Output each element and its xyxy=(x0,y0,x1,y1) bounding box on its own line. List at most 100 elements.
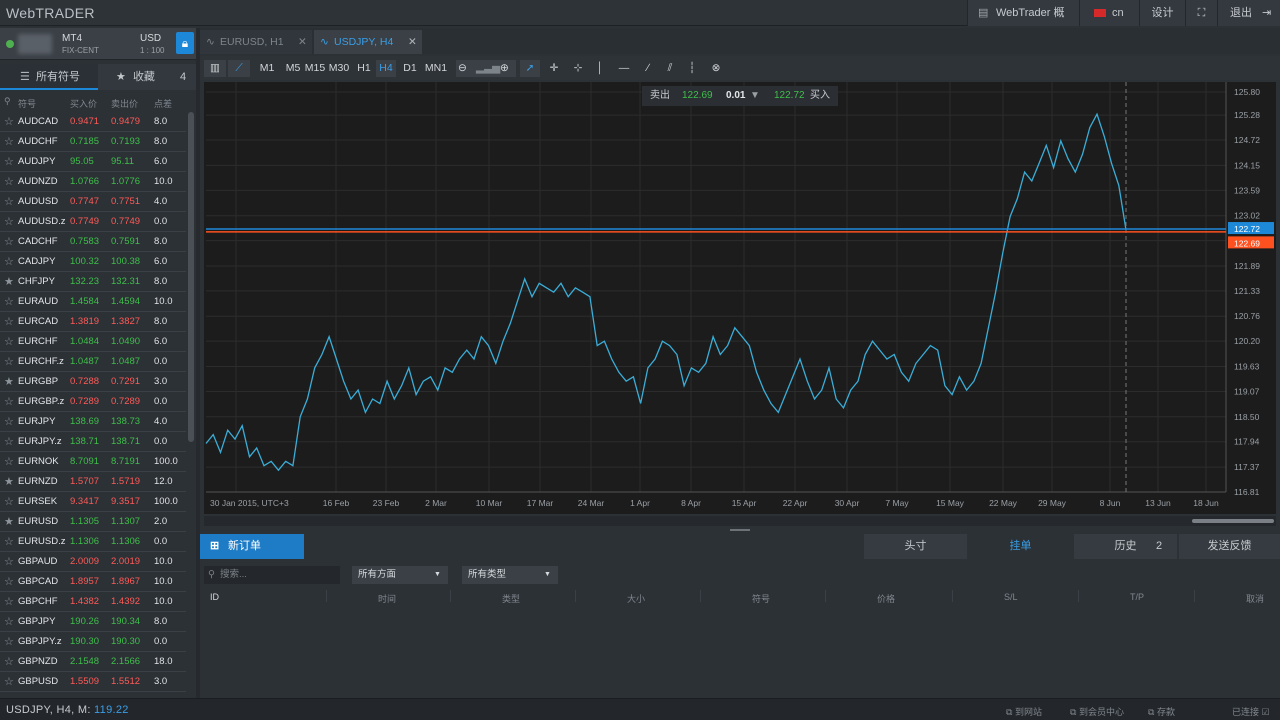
symbol-row[interactable]: ☆ EURCHF.z 1.0487 1.0487 0.0 xyxy=(0,352,186,372)
tab-positions[interactable]: 头寸 xyxy=(864,534,967,559)
bar-chart-icon[interactable]: ▥ xyxy=(204,60,226,77)
favorite-star-icon[interactable]: ☆ xyxy=(4,312,14,332)
symbol-row[interactable]: ☆ GBPUSD 1.5509 1.5512 3.0 xyxy=(0,672,186,692)
symbol-row[interactable]: ☆ EURGBP.z 0.7289 0.7289 0.0 xyxy=(0,392,186,412)
close-icon[interactable]: ✕ xyxy=(408,30,417,54)
scrollbar-thumb[interactable] xyxy=(1192,519,1274,523)
account-panel[interactable]: MT4 FIX-CENT USD 1 : 100 xyxy=(0,28,196,60)
favorite-star-icon[interactable]: ☆ xyxy=(4,612,14,632)
line-chart-icon[interactable]: ⟋ xyxy=(228,60,250,77)
cursor-icon[interactable]: ➚ xyxy=(520,60,540,77)
symbol-row[interactable]: ☆ AUDCAD 0.9471 0.9479 8.0 xyxy=(0,112,186,132)
favorite-star-icon[interactable]: ☆ xyxy=(4,532,14,552)
type-filter-select[interactable]: 所有类型 ▼ xyxy=(462,566,558,584)
symbol-row[interactable]: ★ EURNZD 1.5707 1.5719 12.0 xyxy=(0,472,186,492)
favorite-star-icon[interactable]: ☆ xyxy=(4,492,14,512)
favorite-star-icon[interactable]: ★ xyxy=(4,512,14,532)
zoom-in-icon[interactable]: ⊕ xyxy=(500,60,509,77)
header-spread[interactable]: 点差 xyxy=(154,97,172,110)
header-symbol[interactable]: 符号 xyxy=(18,97,36,110)
chart-tab-usdjpy[interactable]: ∿ USDJPY, H4 ✕ xyxy=(314,30,422,54)
price-chart[interactable]: 125.80 125.28 124.72 124.15 123.59 123.02 122.… xyxy=(204,82,1276,514)
website-link[interactable]: ⧉ 到网站 xyxy=(1006,705,1042,718)
favorite-star-icon[interactable]: ☆ xyxy=(4,672,14,692)
favorite-star-icon[interactable]: ☆ xyxy=(4,652,14,672)
delete-icon[interactable]: ⊗ xyxy=(706,60,726,77)
timeframe-m1[interactable]: M1 xyxy=(256,60,278,77)
header-bid[interactable]: 买入价 xyxy=(70,97,97,110)
symbol-row[interactable]: ☆ GBPNZD 2.1548 2.1566 18.0 xyxy=(0,652,186,672)
favorite-star-icon[interactable]: ☆ xyxy=(4,452,14,472)
logout-button[interactable]: 退出 ⇥ xyxy=(1217,0,1280,26)
symbol-row[interactable]: ★ EURUSD 1.1305 1.1307 2.0 xyxy=(0,512,186,532)
symbol-row[interactable]: ☆ AUDUSD 0.7747 0.7751 4.0 xyxy=(0,192,186,212)
favorite-star-icon[interactable]: ☆ xyxy=(4,332,14,352)
symbol-row[interactable]: ☆ EURAUD 1.4584 1.4594 10.0 xyxy=(0,292,186,312)
lock-icon[interactable]: 🔒︎ xyxy=(176,32,194,54)
vertical-line-icon[interactable]: │ xyxy=(592,60,608,77)
symbol-row[interactable]: ☆ GBPJPY.z 190.30 190.30 0.0 xyxy=(0,632,186,652)
fullscreen-button[interactable]: ⛶ xyxy=(1185,0,1217,26)
timeframe-h4[interactable]: H4 xyxy=(376,60,396,77)
crosshair-icon[interactable]: ✛ xyxy=(544,60,564,77)
favorite-star-icon[interactable]: ☆ xyxy=(4,192,14,212)
favorite-star-icon[interactable]: ☆ xyxy=(4,432,14,452)
column-header[interactable]: 价格 xyxy=(877,592,895,605)
chart-horizontal-scrollbar[interactable] xyxy=(204,516,1276,526)
tab-all-symbols[interactable]: ☰ 所有符号 xyxy=(0,64,98,90)
timeframe-mn1[interactable]: MN1 xyxy=(422,60,450,77)
member-center-link[interactable]: ⧉ 到会员中心 xyxy=(1070,705,1124,718)
symbol-row[interactable]: ☆ CADJPY 100.32 100.38 6.0 xyxy=(0,252,186,272)
symbol-row[interactable]: ☆ AUDUSD.z 0.7749 0.7749 0.0 xyxy=(0,212,186,232)
chevron-down-icon[interactable]: ▼ xyxy=(750,86,760,106)
sell-button[interactable]: 卖出 xyxy=(650,86,670,106)
timeframe-h1[interactable]: H1 xyxy=(354,60,374,77)
favorite-star-icon[interactable]: ☆ xyxy=(4,572,14,592)
favorite-star-icon[interactable]: ☆ xyxy=(4,212,14,232)
column-header[interactable]: T/P xyxy=(1130,592,1144,602)
trade-crosshair-icon[interactable]: ⊹ xyxy=(568,60,588,77)
lot-size-input[interactable]: 0.01 xyxy=(726,86,745,106)
tab-history[interactable]: 历史 2 xyxy=(1074,534,1177,559)
timeframe-m15[interactable]: M15 xyxy=(304,60,326,77)
favorite-star-icon[interactable]: ★ xyxy=(4,372,14,392)
timeframe-m5[interactable]: M5 xyxy=(282,60,304,77)
column-header[interactable]: 时间 xyxy=(378,592,396,605)
favorite-star-icon[interactable]: ☆ xyxy=(4,412,14,432)
symbol-row[interactable]: ☆ AUDCHF 0.7185 0.7193 8.0 xyxy=(0,132,186,152)
symbol-row[interactable]: ☆ CADCHF 0.7583 0.7591 8.0 xyxy=(0,232,186,252)
column-header[interactable]: ID xyxy=(210,592,219,602)
channel-icon[interactable]: ⫽ xyxy=(660,60,680,77)
favorite-star-icon[interactable]: ★ xyxy=(4,472,14,492)
overview-button[interactable]: ▤ WebTrader 概述 xyxy=(967,0,1079,45)
horizontal-line-icon[interactable]: ― xyxy=(614,60,634,77)
symbol-row[interactable]: ☆ EURUSD.z 1.1306 1.1306 0.0 xyxy=(0,532,186,552)
column-header[interactable]: 符号 xyxy=(752,592,770,605)
timeframe-m30[interactable]: M30 xyxy=(328,60,350,77)
deposit-link[interactable]: ⧉ 存款 xyxy=(1148,705,1175,718)
symbol-row[interactable]: ☆ EURJPY 138.69 138.73 4.0 xyxy=(0,412,186,432)
column-header[interactable]: 大小 xyxy=(627,592,645,605)
trendline-icon[interactable]: ∕ xyxy=(638,60,658,77)
favorite-star-icon[interactable]: ☆ xyxy=(4,132,14,152)
favorite-star-icon[interactable]: ☆ xyxy=(4,252,14,272)
symbol-row[interactable]: ☆ AUDNZD 1.0766 1.0776 10.0 xyxy=(0,172,186,192)
chart-tab-eurusd[interactable]: ∿ EURUSD, H1 ✕ xyxy=(200,30,312,54)
column-header[interactable]: 类型 xyxy=(502,592,520,605)
favorite-star-icon[interactable]: ☆ xyxy=(4,152,14,172)
favorite-star-icon[interactable]: ☆ xyxy=(4,172,14,192)
symbol-list-scrollbar[interactable] xyxy=(188,112,194,442)
symbol-row[interactable]: ☆ AUDJPY 95.05 95.11 6.0 xyxy=(0,152,186,172)
panel-splitter[interactable] xyxy=(200,526,1280,534)
symbol-row[interactable]: ☆ EURJPY.z 138.71 138.71 0.0 xyxy=(0,432,186,452)
symbol-row[interactable]: ☆ EURSEK 9.3417 9.3517 100.0 xyxy=(0,492,186,512)
symbol-row[interactable]: ★ CHFJPY 132.23 132.31 8.0 xyxy=(0,272,186,292)
design-button[interactable]: 设计 xyxy=(1139,0,1185,26)
buy-button[interactable]: 买入 xyxy=(810,86,830,106)
symbol-row[interactable]: ☆ GBPAUD 2.0009 2.0019 10.0 xyxy=(0,552,186,572)
favorite-star-icon[interactable]: ☆ xyxy=(4,552,14,572)
column-header[interactable]: 取消 xyxy=(1246,592,1264,605)
favorite-star-icon[interactable]: ☆ xyxy=(4,292,14,312)
symbol-row[interactable]: ☆ EURNOK 8.7091 8.7191 100.0 xyxy=(0,452,186,472)
direction-filter-select[interactable]: 所有方面 ▼ xyxy=(352,566,448,584)
